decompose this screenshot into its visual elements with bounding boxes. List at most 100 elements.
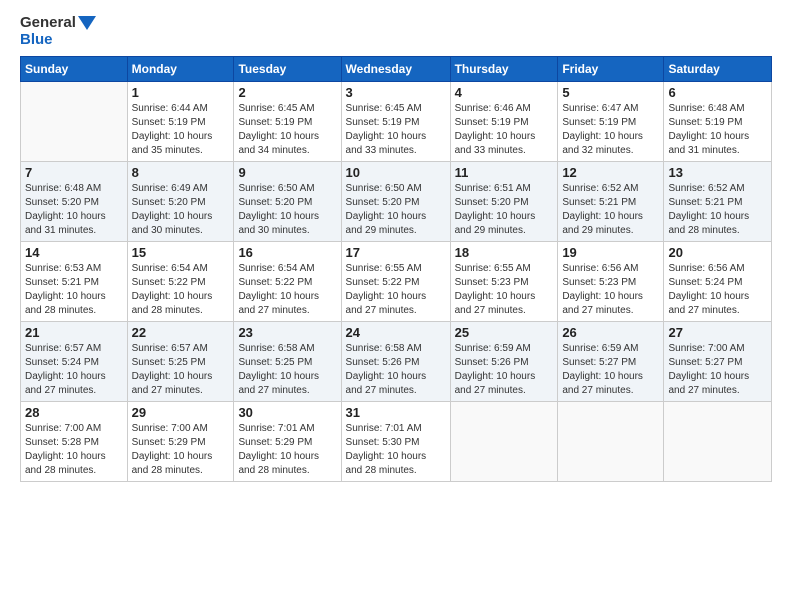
day-number: 8 <box>132 165 230 180</box>
calendar-cell: 8 Sunrise: 6:49 AM Sunset: 5:20 PM Daylig… <box>127 162 234 242</box>
calendar-cell: 4 Sunrise: 6:46 AM Sunset: 5:19 PM Daylig… <box>450 82 558 162</box>
day-number: 29 <box>132 405 230 420</box>
calendar-cell <box>664 402 772 482</box>
day-info: Sunrise: 6:46 AM Sunset: 5:19 PM Dayligh… <box>455 102 554 158</box>
weekday-header-friday: Friday <box>558 57 664 82</box>
day-number: 9 <box>238 165 336 180</box>
calendar-cell: 11 Sunrise: 6:51 AM Sunset: 5:20 PM Dayli… <box>450 162 558 242</box>
day-number: 27 <box>668 325 767 340</box>
day-number: 10 <box>346 165 446 180</box>
calendar-cell: 19Sunrise: 6:56 AM Sunset: 5:23 PM Dayli… <box>558 242 664 322</box>
calendar-cell: 2 Sunrise: 6:45 AM Sunset: 5:19 PM Daylig… <box>234 82 341 162</box>
calendar-row-2: 7Sunrise: 6:48 AM Sunset: 5:20 PM Daylig… <box>21 162 772 242</box>
day-info: Sunrise: 6:59 AM Sunset: 5:27 PM Dayligh… <box>562 342 659 398</box>
day-number: 7 <box>25 165 123 180</box>
day-number: 25 <box>455 325 554 340</box>
day-info: Sunrise: 6:54 AM Sunset: 5:22 PM Dayligh… <box>238 262 336 318</box>
day-number: 11 <box>455 165 554 180</box>
weekday-header-wednesday: Wednesday <box>341 57 450 82</box>
calendar-cell: 29 Sunrise: 7:00 AM Sunset: 5:29 PM Dayli… <box>127 402 234 482</box>
calendar-cell: 16 Sunrise: 6:54 AM Sunset: 5:22 PM Dayli… <box>234 242 341 322</box>
calendar-cell: 13 Sunrise: 6:52 AM Sunset: 5:21 PM Dayli… <box>664 162 772 242</box>
calendar-cell: 15 Sunrise: 6:54 AM Sunset: 5:22 PM Dayli… <box>127 242 234 322</box>
day-number: 17 <box>346 245 446 260</box>
calendar-cell: 27 Sunrise: 7:00 AM Sunset: 5:27 PM Dayli… <box>664 322 772 402</box>
day-number: 16 <box>238 245 336 260</box>
day-number: 21 <box>25 325 123 340</box>
logo: General Blue <box>20 15 96 48</box>
calendar-cell: 30 Sunrise: 7:01 AM Sunset: 5:29 PM Dayli… <box>234 402 341 482</box>
calendar-cell: 9 Sunrise: 6:50 AM Sunset: 5:20 PM Daylig… <box>234 162 341 242</box>
calendar-cell: 12 Sunrise: 6:52 AM Sunset: 5:21 PM Dayli… <box>558 162 664 242</box>
day-info: Sunrise: 6:47 AM Sunset: 5:19 PM Dayligh… <box>562 102 659 158</box>
day-number: 5 <box>562 85 659 100</box>
page: General Blue SundayMondayTuesdayWednesda… <box>0 0 792 612</box>
calendar-cell: 21 Sunrise: 6:57 AM Sunset: 5:24 PM Dayli… <box>21 322 128 402</box>
calendar-cell: 20 Sunrise: 6:56 AM Sunset: 5:24 PM Dayli… <box>664 242 772 322</box>
day-number: 6 <box>668 85 767 100</box>
day-number: 3 <box>346 85 446 100</box>
day-number: 13 <box>668 165 767 180</box>
weekday-header-thursday: Thursday <box>450 57 558 82</box>
weekday-header-tuesday: Tuesday <box>234 57 341 82</box>
day-info: Sunrise: 7:00 AM Sunset: 5:27 PM Dayligh… <box>668 342 767 398</box>
day-info: Sunrise: 6:56 AM Sunset: 5:23 PM Dayligh… <box>562 262 659 318</box>
day-info: Sunrise: 6:57 AM Sunset: 5:24 PM Dayligh… <box>25 342 123 398</box>
calendar-cell: 24 Sunrise: 6:58 AM Sunset: 5:26 PM Dayli… <box>341 322 450 402</box>
day-number: 4 <box>455 85 554 100</box>
day-info: Sunrise: 6:51 AM Sunset: 5:20 PM Dayligh… <box>455 182 554 238</box>
day-info: Sunrise: 6:52 AM Sunset: 5:21 PM Dayligh… <box>562 182 659 238</box>
day-number: 31 <box>346 405 446 420</box>
calendar-cell: 10 Sunrise: 6:50 AM Sunset: 5:20 PM Dayli… <box>341 162 450 242</box>
day-info: Sunrise: 6:44 AM Sunset: 5:19 PM Dayligh… <box>132 102 230 158</box>
day-info: Sunrise: 6:53 AM Sunset: 5:21 PM Dayligh… <box>25 262 123 318</box>
day-number: 26 <box>562 325 659 340</box>
day-info: Sunrise: 7:00 AM Sunset: 5:29 PM Dayligh… <box>132 422 230 478</box>
day-info: Sunrise: 6:55 AM Sunset: 5:22 PM Dayligh… <box>346 262 446 318</box>
day-info: Sunrise: 6:45 AM Sunset: 5:19 PM Dayligh… <box>238 102 336 158</box>
day-info: Sunrise: 6:52 AM Sunset: 5:21 PM Dayligh… <box>668 182 767 238</box>
calendar-cell: 6 Sunrise: 6:48 AM Sunset: 5:19 PM Daylig… <box>664 82 772 162</box>
calendar-cell: 18Sunrise: 6:55 AM Sunset: 5:23 PM Dayli… <box>450 242 558 322</box>
weekday-header-monday: Monday <box>127 57 234 82</box>
calendar-cell: 23 Sunrise: 6:58 AM Sunset: 5:25 PM Dayli… <box>234 322 341 402</box>
day-info: Sunrise: 6:55 AM Sunset: 5:23 PM Dayligh… <box>455 262 554 318</box>
day-info: Sunrise: 6:50 AM Sunset: 5:20 PM Dayligh… <box>238 182 336 238</box>
day-info: Sunrise: 6:57 AM Sunset: 5:25 PM Dayligh… <box>132 342 230 398</box>
weekday-header-sunday: Sunday <box>21 57 128 82</box>
calendar-cell: 7Sunrise: 6:48 AM Sunset: 5:20 PM Daylig… <box>21 162 128 242</box>
day-number: 23 <box>238 325 336 340</box>
day-number: 22 <box>132 325 230 340</box>
weekday-header-row: SundayMondayTuesdayWednesdayThursdayFrid… <box>21 57 772 82</box>
calendar-cell: 1 Sunrise: 6:44 AM Sunset: 5:19 PM Daylig… <box>127 82 234 162</box>
calendar-cell <box>450 402 558 482</box>
day-number: 14 <box>25 245 123 260</box>
calendar-cell: 25Sunrise: 6:59 AM Sunset: 5:26 PM Dayli… <box>450 322 558 402</box>
day-number: 28 <box>25 405 123 420</box>
day-number: 15 <box>132 245 230 260</box>
day-number: 12 <box>562 165 659 180</box>
day-info: Sunrise: 7:01 AM Sunset: 5:30 PM Dayligh… <box>346 422 446 478</box>
calendar-cell: 5 Sunrise: 6:47 AM Sunset: 5:19 PM Daylig… <box>558 82 664 162</box>
day-info: Sunrise: 6:58 AM Sunset: 5:26 PM Dayligh… <box>346 342 446 398</box>
day-number: 30 <box>238 405 336 420</box>
day-info: Sunrise: 6:48 AM Sunset: 5:19 PM Dayligh… <box>668 102 767 158</box>
day-info: Sunrise: 7:00 AM Sunset: 5:28 PM Dayligh… <box>25 422 123 478</box>
day-info: Sunrise: 6:50 AM Sunset: 5:20 PM Dayligh… <box>346 182 446 238</box>
calendar-cell: 22 Sunrise: 6:57 AM Sunset: 5:25 PM Dayli… <box>127 322 234 402</box>
calendar-cell: 3 Sunrise: 6:45 AM Sunset: 5:19 PM Daylig… <box>341 82 450 162</box>
day-info: Sunrise: 7:01 AM Sunset: 5:29 PM Dayligh… <box>238 422 336 478</box>
day-info: Sunrise: 6:45 AM Sunset: 5:19 PM Dayligh… <box>346 102 446 158</box>
day-number: 1 <box>132 85 230 100</box>
calendar-cell: 14 Sunrise: 6:53 AM Sunset: 5:21 PM Dayli… <box>21 242 128 322</box>
day-info: Sunrise: 6:58 AM Sunset: 5:25 PM Dayligh… <box>238 342 336 398</box>
calendar-row-4: 21 Sunrise: 6:57 AM Sunset: 5:24 PM Dayli… <box>21 322 772 402</box>
day-info: Sunrise: 6:49 AM Sunset: 5:20 PM Dayligh… <box>132 182 230 238</box>
calendar-cell <box>558 402 664 482</box>
day-number: 2 <box>238 85 336 100</box>
calendar-cell: 26 Sunrise: 6:59 AM Sunset: 5:27 PM Dayli… <box>558 322 664 402</box>
day-info: Sunrise: 6:54 AM Sunset: 5:22 PM Dayligh… <box>132 262 230 318</box>
day-number: 24 <box>346 325 446 340</box>
day-number: 20 <box>668 245 767 260</box>
day-info: Sunrise: 6:56 AM Sunset: 5:24 PM Dayligh… <box>668 262 767 318</box>
